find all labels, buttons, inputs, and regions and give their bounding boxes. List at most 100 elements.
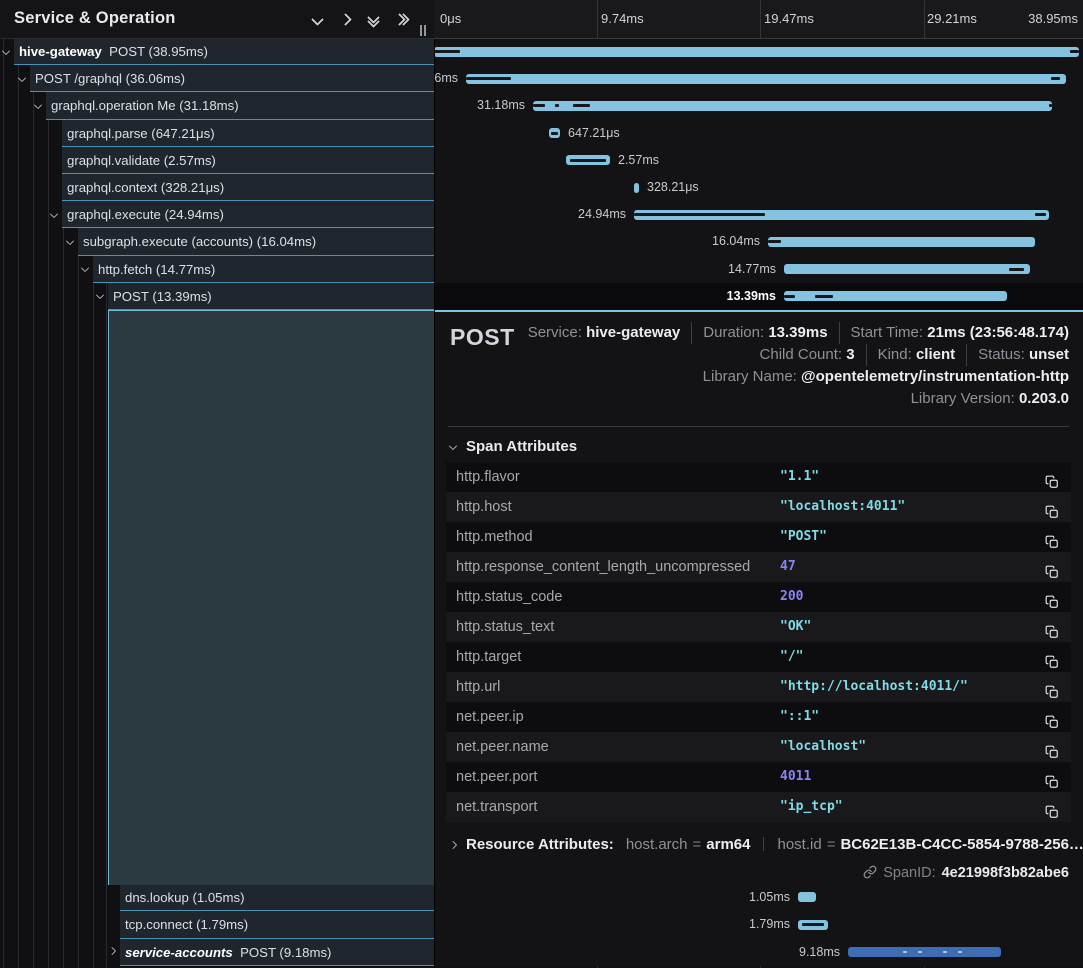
overview-value: 0.203.0 — [1019, 390, 1069, 407]
equals-sign: = — [827, 836, 836, 853]
expand-all-icon[interactable] — [390, 9, 412, 29]
overview-value: 13.39ms — [768, 324, 827, 341]
overview-item-child-count: Child Count: 3 — [760, 344, 855, 366]
attribute-key: http.url — [456, 672, 500, 702]
attribute-value: "http://localhost:4011/" — [780, 672, 968, 702]
copy-icon[interactable] — [1045, 710, 1059, 724]
duration-bar[interactable] — [634, 183, 639, 193]
span-id-label: SpanID: — [883, 865, 935, 881]
span-title: POST — [450, 324, 515, 351]
span-attributes-toggle[interactable]: Span Attributes — [448, 436, 577, 458]
copy-icon[interactable] — [1045, 560, 1059, 574]
attribute-key: http.status_code — [456, 582, 562, 612]
span-label: graphql.validate (2.57ms) — [67, 147, 216, 174]
child-span-marker — [533, 104, 545, 107]
collapse-one-icon[interactable] — [306, 9, 328, 29]
span-row-tcp-connect[interactable]: tcp.connect (1.79ms) — [0, 911, 434, 939]
panel-resize-handle[interactable] — [420, 25, 426, 36]
duration-bar[interactable] — [798, 892, 816, 902]
duration-bar[interactable] — [549, 128, 560, 138]
overview-value: 3 — [846, 346, 854, 363]
expander-chevron-down-icon[interactable] — [81, 264, 89, 272]
attribute-value: "POST" — [780, 522, 827, 552]
attribute-row-http-url: http.url "http://localhost:4011/" — [446, 672, 1071, 702]
expander-chevron-down-icon[interactable] — [18, 74, 26, 82]
child-span-marker — [802, 923, 825, 926]
waterfall-row-graphql-context: 328.21μs — [434, 174, 1083, 201]
waterfall-row-post: 9.18ms — [434, 939, 1083, 967]
copy-icon[interactable] — [1045, 680, 1059, 694]
resource-attributes-title: Resource Attributes: — [466, 836, 614, 853]
expander-chevron-right-icon[interactable] — [108, 947, 116, 955]
timeline-tick: 19.47ms — [764, 0, 814, 37]
span-row-graphql-context[interactable]: graphql.context (328.21μs) — [0, 174, 434, 201]
duration-label: 2.57ms — [618, 147, 659, 174]
duration-bar[interactable] — [768, 237, 1035, 247]
expander-chevron-down-icon[interactable] — [96, 291, 104, 299]
duration-label: 31.18ms — [477, 92, 525, 119]
attribute-key: http.target — [456, 642, 521, 672]
attribute-value: "::1" — [780, 702, 819, 732]
overview-value: 21ms (23:56:48.174) — [927, 324, 1069, 341]
span-label: http.fetch (14.77ms) — [98, 256, 215, 283]
waterfall-row-graphql-parse: 647.21μs — [434, 120, 1083, 147]
copy-icon[interactable] — [1045, 590, 1059, 604]
expander-chevron-down-icon[interactable] — [2, 46, 10, 54]
span-row-graphql-validate[interactable]: graphql.validate (2.57ms) — [0, 147, 434, 174]
span-row-post-graphql[interactable]: POST /graphql (36.06ms) — [0, 65, 434, 92]
duration-bar[interactable] — [466, 74, 1066, 84]
span-label: subgraph.execute (accounts) (16.04ms) — [83, 228, 316, 255]
span-row-dns-lookup[interactable]: dns.lookup (1.05ms) — [0, 884, 434, 912]
waterfall-row-subgraph-execute-accounts: 16.04ms — [434, 228, 1083, 255]
copy-icon[interactable] — [1045, 470, 1059, 484]
duration-bar[interactable] — [798, 920, 828, 930]
copy-icon[interactable] — [1045, 500, 1059, 514]
overview-label: Service: — [528, 324, 586, 341]
span-row-http-fetch[interactable]: http.fetch (14.77ms) — [0, 256, 434, 283]
overview-line: Library Version: 0.203.0 — [528, 388, 1069, 410]
duration-label: 1.79ms — [749, 911, 790, 939]
resource-attributes-toggle[interactable]: Resource Attributes:host.arch=arm64host.… — [448, 833, 1083, 857]
span-row-service-accounts-post[interactable]: service-accounts POST (9.18ms) — [0, 939, 434, 967]
attribute-row-http-response-content-length-uncompressed: http.response_content_length_uncompresse… — [446, 552, 1071, 582]
duration-bar[interactable] — [566, 155, 610, 165]
collapse-all-icon[interactable] — [362, 9, 384, 29]
waterfall-row-post: 13.39ms — [434, 283, 1083, 310]
duration-bar[interactable] — [784, 291, 1007, 301]
link-icon[interactable] — [863, 865, 877, 879]
span-row-post[interactable]: POST (13.39ms) — [0, 283, 434, 310]
child-span-marker — [1070, 50, 1079, 53]
overview-line: Service: hive-gatewayDuration: 13.39msSt… — [528, 322, 1069, 344]
span-row-hive-gateway-post[interactable]: hive-gateway POST (38.95ms) — [0, 38, 434, 65]
span-row-graphql-operation-me[interactable]: graphql.operation Me (31.18ms) — [0, 92, 434, 119]
attribute-row-net-transport: net.transport"ip_tcp" — [446, 792, 1071, 822]
duration-bar[interactable] — [434, 47, 1079, 57]
waterfall-row-graphql-operation-me: 31.18ms — [434, 92, 1083, 119]
duration-bar[interactable] — [784, 264, 1030, 274]
copy-icon[interactable] — [1045, 740, 1059, 754]
duration-label: 16.04ms — [712, 228, 760, 255]
resource-pair-host-arch: host.arch=arm64 — [626, 836, 751, 853]
duration-bar[interactable] — [634, 210, 1049, 220]
copy-icon[interactable] — [1045, 620, 1059, 634]
duration-bar[interactable] — [533, 101, 1052, 111]
span-row-graphql-parse[interactable]: graphql.parse (647.21μs) — [0, 120, 434, 147]
span-row-subgraph-execute-accounts[interactable]: subgraph.execute (accounts) (16.04ms) — [0, 228, 434, 255]
overview-item-duration: Duration: 13.39ms — [691, 322, 827, 344]
span-label: POST (13.39ms) — [113, 283, 212, 310]
overview-item-status: Status: unset — [966, 344, 1069, 366]
waterfall-row-post — [434, 38, 1083, 65]
expander-chevron-down-icon[interactable] — [50, 210, 58, 218]
copy-icon[interactable] — [1045, 530, 1059, 544]
copy-icon[interactable] — [1045, 800, 1059, 814]
trace-viewer: hive-gateway POST (38.95ms)POST /graphql… — [0, 0, 1083, 968]
expander-chevron-down-icon[interactable] — [34, 101, 42, 109]
copy-icon[interactable] — [1045, 650, 1059, 664]
waterfall-row-graphql-execute: 24.94ms — [434, 201, 1083, 228]
attribute-row-net-peer-name: net.peer.name"localhost" — [446, 732, 1071, 762]
copy-icon[interactable] — [1045, 770, 1059, 784]
duration-bar[interactable] — [848, 947, 1001, 957]
expand-one-icon[interactable] — [334, 9, 356, 29]
span-row-graphql-execute[interactable]: graphql.execute (24.94ms) — [0, 201, 434, 228]
expander-chevron-down-icon[interactable] — [66, 237, 74, 245]
